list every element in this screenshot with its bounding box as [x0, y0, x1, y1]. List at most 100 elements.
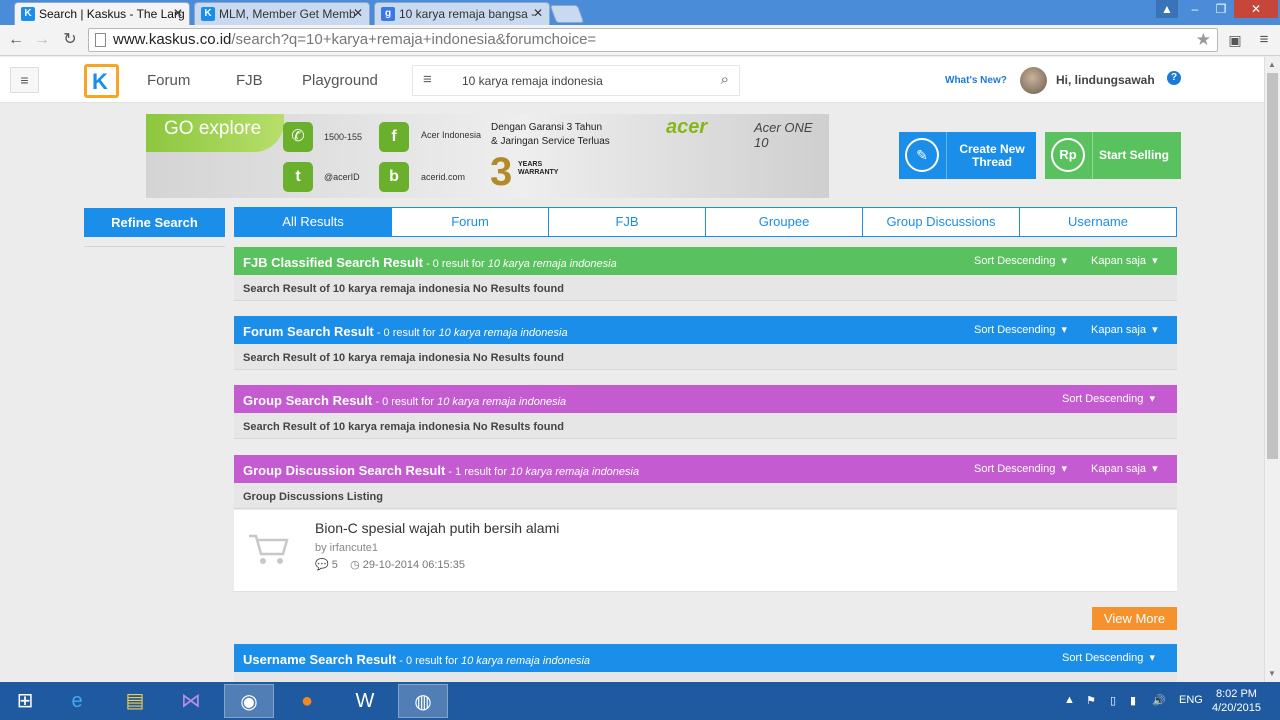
tab-groupee[interactable]: Groupee [706, 207, 863, 237]
sort-label: Sort Descending [1062, 393, 1144, 405]
language-indicator[interactable]: ENG [1179, 694, 1203, 706]
extension-icon[interactable]: ▣ [1225, 30, 1245, 50]
result-query: 10 karya remaja indonesia [487, 258, 617, 270]
globe-app-icon[interactable]: ◍ [398, 684, 448, 718]
kaskus-favicon-icon: K [21, 7, 35, 21]
acer-logo: acer [666, 116, 708, 138]
windows-start-icon[interactable]: ⊞ [0, 684, 50, 718]
reload-icon[interactable]: ↻ [60, 30, 80, 50]
scroll-down-icon[interactable]: ▼ [1268, 669, 1276, 678]
create-thread-button[interactable]: ✎ Create New Thread [899, 132, 1036, 179]
network-icon[interactable]: ▮ [1130, 694, 1136, 707]
browser-titlebar: K Search | Kaskus - The Larg ✕ K MLM, Me… [0, 0, 1280, 25]
word-icon[interactable]: W [340, 684, 390, 718]
warranty-number: 3 [490, 150, 513, 194]
nav-forum[interactable]: Forum [147, 72, 190, 89]
help-icon[interactable]: ? [1167, 71, 1181, 85]
start-selling-label: Start Selling [1099, 148, 1170, 162]
whats-new-link[interactable]: What's New? [945, 75, 1007, 86]
chrome-icon[interactable]: ◉ [224, 684, 274, 718]
time-dropdown[interactable]: Kapan saja ▾ [1091, 462, 1158, 475]
banner-twitter: @acerID [324, 172, 360, 182]
kaskus-logo-icon: K [92, 69, 108, 94]
acer-banner-ad[interactable]: GO explore ✆ 1500-155 f Acer Indonesia t… [146, 114, 829, 198]
menu-icon[interactable]: ≡ [10, 67, 39, 93]
sort-dropdown[interactable]: Sort Descending ▾ [1062, 392, 1155, 405]
refine-search-button[interactable]: Refine Search [84, 208, 225, 237]
search-icon[interactable]: ⌕ [721, 71, 729, 88]
tab-all-results[interactable]: All Results [234, 207, 392, 237]
browser-tab-google[interactable]: g 10 karya remaja bangsa - ✕ [374, 2, 550, 25]
volume-icon[interactable]: 🔊 [1152, 694, 1166, 707]
tab-fjb[interactable]: FJB [549, 207, 706, 237]
time-label: Kapan saja [1091, 255, 1147, 267]
scroll-up-icon[interactable]: ▲ [1268, 60, 1276, 69]
time-dropdown[interactable]: Kapan saja ▾ [1091, 254, 1158, 267]
windows-taskbar: ⊞ e ▤ ⋈ ◉ ● W ◍ ▲ ⚑ ▯ ▮ 🔊 ENG 8:02 PM 4/… [0, 682, 1280, 720]
discussion-author[interactable]: by irfancute1 [315, 542, 378, 554]
sort-label: Sort Descending [974, 463, 1056, 475]
scrollbar-thumb[interactable] [1267, 73, 1278, 459]
time-dropdown[interactable]: Kapan saja ▾ [1091, 323, 1158, 336]
firefox-icon[interactable]: ● [282, 684, 332, 718]
maximize-button[interactable]: ❐ [1208, 0, 1234, 18]
new-tab-button[interactable] [549, 5, 585, 23]
action-center-icon[interactable]: ⚑ [1086, 694, 1096, 707]
comment-count: 5 [331, 559, 338, 571]
result-query: 10 karya remaja indonesia [438, 327, 568, 339]
file-explorer-icon[interactable]: ▤ [110, 684, 160, 718]
phone-icon: ✆ [283, 122, 313, 152]
close-tab-icon[interactable]: ✕ [353, 6, 363, 20]
browser-tab-mlm[interactable]: K MLM, Member Get Memb ✕ [194, 2, 370, 25]
browser-tab-kaskus-search[interactable]: K Search | Kaskus - The Larg ✕ [14, 2, 190, 25]
nav-playground[interactable]: Playground [302, 72, 378, 89]
section-title: Forum Search Result [243, 324, 374, 339]
user-profile-icon[interactable]: ▲ [1156, 0, 1178, 18]
discussion-title-link[interactable]: Bion-C spesial wajah putih bersih alami [315, 520, 559, 536]
nav-fjb[interactable]: FJB [236, 72, 263, 89]
search-category-menu-icon[interactable]: ≡ [423, 71, 432, 88]
tab-forum[interactable]: Forum [392, 207, 549, 237]
twitter-icon: t [283, 162, 313, 192]
divider [84, 246, 225, 247]
discussion-date: 29-10-2014 06:15:35 [362, 559, 465, 571]
sort-dropdown[interactable]: Sort Descending ▾ [974, 254, 1067, 267]
page-scrollbar[interactable]: ▲ ▼ [1264, 57, 1280, 682]
search-input[interactable]: 10 karya remaja indonesia [462, 74, 603, 88]
result-count: - 0 result for [372, 396, 438, 408]
minimize-button[interactable]: – [1182, 0, 1208, 18]
tab-username[interactable]: Username [1020, 207, 1177, 237]
comment-icon: 💬 [315, 559, 329, 571]
sort-dropdown[interactable]: Sort Descending ▾ [974, 323, 1067, 336]
forum-result-header: Forum Search Result - 0 result for 10 ka… [234, 316, 1177, 344]
time-label: Kapan saja [1091, 463, 1147, 475]
tab-title: MLM, Member Get Memb [219, 7, 356, 21]
group-discussion-result-header: Group Discussion Search Result - 1 resul… [234, 455, 1177, 483]
forward-arrow-icon[interactable]: → [32, 30, 52, 50]
kaskus-logo[interactable]: K [84, 64, 119, 98]
close-tab-icon[interactable]: ✕ [173, 6, 183, 20]
search-bar[interactable]: ≡ 10 karya remaja indonesia ⌕ [412, 65, 740, 96]
clock-time: 8:02 PM [1215, 688, 1257, 700]
sort-dropdown[interactable]: Sort Descending ▾ [974, 462, 1067, 475]
divider [946, 132, 947, 179]
avatar[interactable] [1020, 67, 1047, 94]
show-hidden-icons[interactable]: ▲ [1064, 694, 1075, 706]
chrome-menu-icon[interactable]: ≡ [1254, 30, 1274, 50]
internet-explorer-icon[interactable]: e [52, 684, 102, 718]
battery-icon[interactable]: ▯ [1110, 694, 1116, 707]
close-window-button[interactable]: ✕ [1234, 0, 1278, 18]
bookmark-star-icon[interactable]: ★ [1196, 30, 1211, 50]
view-more-button[interactable]: View More [1092, 607, 1177, 630]
visual-studio-icon[interactable]: ⋈ [166, 684, 216, 718]
system-clock[interactable]: 8:02 PM 4/20/2015 [1212, 687, 1261, 715]
back-arrow-icon[interactable]: ← [6, 30, 26, 50]
start-selling-button[interactable]: Rp Start Selling [1045, 132, 1181, 179]
sort-dropdown[interactable]: Sort Descending ▾ [1062, 651, 1155, 664]
section-title: Group Search Result [243, 393, 373, 408]
tab-group-discussions[interactable]: Group Discussions [863, 207, 1020, 237]
close-tab-icon[interactable]: ✕ [533, 6, 543, 20]
list-item[interactable]: Bion-C spesial wajah putih bersih alami … [234, 510, 1177, 592]
user-greeting[interactable]: Hi, lindungsawah [1056, 73, 1155, 87]
address-bar[interactable]: www.kaskus.co.id/search?q=10+karya+remaj… [88, 28, 1218, 52]
